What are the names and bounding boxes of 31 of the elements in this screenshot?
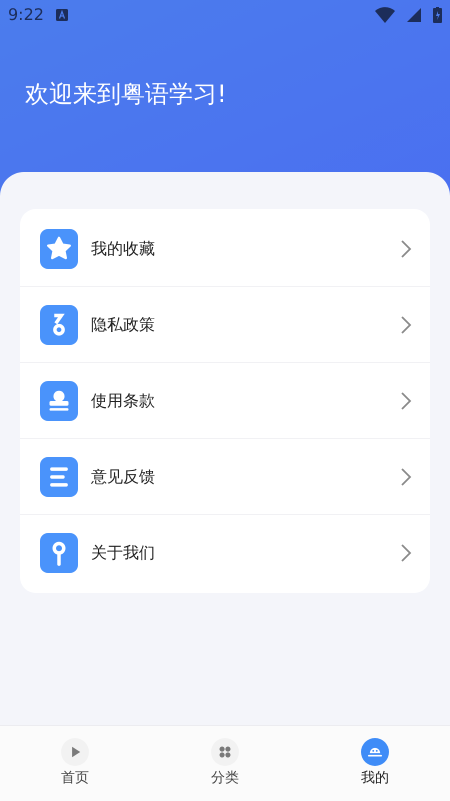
status-time: 9:22: [8, 4, 44, 26]
play-icon: [61, 738, 89, 766]
chevron-right-icon: [400, 466, 412, 486]
menu-item[interactable]: 关于我们: [20, 515, 430, 591]
nav-tab[interactable]: 我的: [300, 726, 450, 801]
menu-item[interactable]: 隐私政策: [20, 287, 430, 363]
chevron-right-icon: [400, 543, 412, 563]
notification-icon: [56, 9, 68, 21]
nav-tab[interactable]: 分类: [150, 726, 300, 801]
menu-label: 我的收藏: [91, 238, 156, 260]
menu-label: 使用条款: [91, 390, 156, 412]
menu-item[interactable]: 使用条款: [20, 363, 430, 439]
menu-item[interactable]: 意见反馈: [20, 439, 430, 515]
battery-icon: [433, 7, 442, 23]
grid-icon: [211, 738, 239, 766]
wifi-icon: [375, 7, 395, 23]
chevron-right-icon: [400, 314, 412, 334]
menu-item[interactable]: 我的收藏: [20, 211, 430, 287]
stamp-icon: [40, 380, 78, 420]
profile-icon: [361, 738, 389, 766]
pin-icon: [40, 533, 78, 573]
nav-tab[interactable]: 首页: [0, 726, 150, 801]
welcome-title: 欢迎来到粤语学习!: [25, 79, 228, 110]
menu-label: 关于我们: [91, 542, 156, 564]
chevron-right-icon: [400, 238, 412, 258]
menu-label: 隐私政策: [91, 314, 156, 336]
menu-label: 意见反馈: [91, 466, 156, 488]
chevron-right-icon: [400, 390, 412, 410]
list-icon: [40, 456, 78, 496]
key-icon: [40, 304, 78, 344]
signal-icon: [407, 8, 421, 22]
